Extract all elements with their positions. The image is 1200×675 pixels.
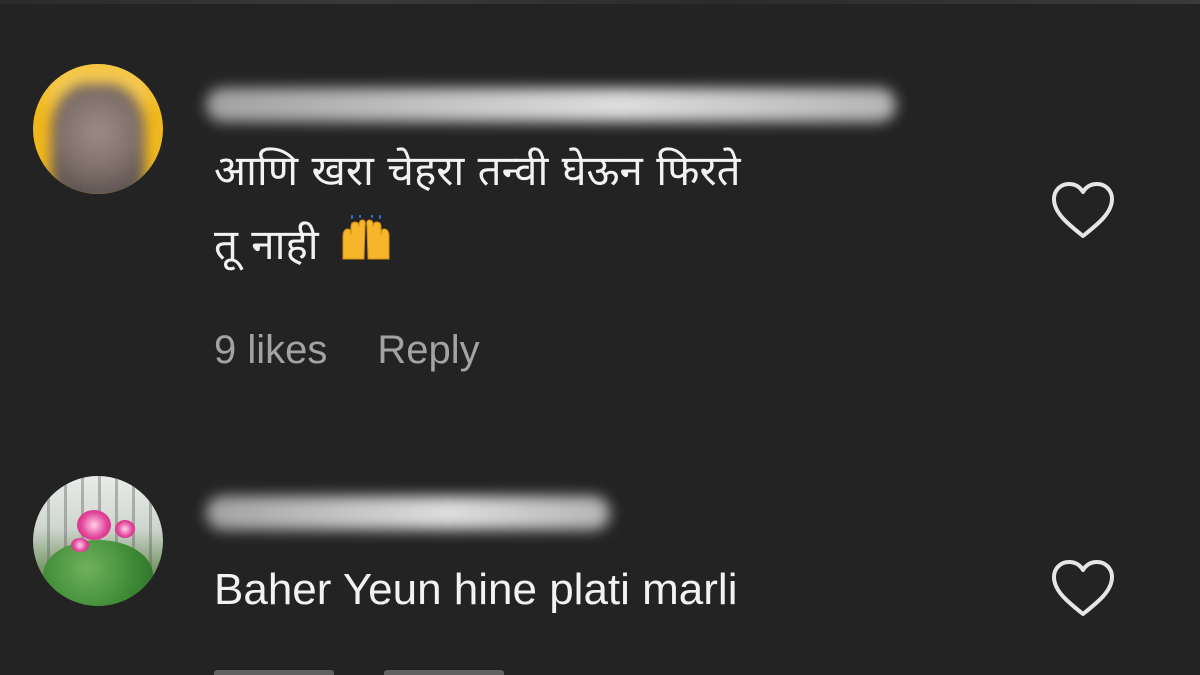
avatar-photo-flower bbox=[77, 510, 111, 540]
avatar-photo-leaves bbox=[43, 540, 153, 606]
username-redacted[interactable] bbox=[206, 496, 610, 530]
reply-button[interactable]: Reply bbox=[377, 328, 479, 373]
likes-count[interactable]: 9 likes bbox=[214, 328, 327, 373]
likes-count-partial bbox=[214, 670, 334, 675]
comment-meta: 9 likes Reply bbox=[214, 328, 480, 373]
comments-panel: आणि खरा चेहरा तन्वी घेऊन फिरते तू नाही 9… bbox=[0, 0, 1200, 675]
heart-outline-icon[interactable] bbox=[1048, 180, 1118, 242]
avatar-blurred-photo bbox=[51, 84, 145, 194]
avatar[interactable] bbox=[33, 64, 163, 194]
raising-hands-emoji bbox=[342, 215, 390, 260]
username-redacted[interactable] bbox=[206, 88, 896, 122]
avatar[interactable] bbox=[33, 476, 163, 606]
avatar-photo-flower bbox=[71, 538, 89, 552]
comment-text: Baher Yeun hine plati marli bbox=[214, 565, 738, 614]
top-edge bbox=[0, 0, 1200, 4]
comment-text: आणि खरा चेहरा तन्वी घेऊन फिरते तू नाही bbox=[214, 134, 1014, 282]
comment-text-line-2: तू नाही bbox=[214, 220, 319, 269]
heart-outline-icon[interactable] bbox=[1048, 558, 1118, 620]
reply-button-partial bbox=[384, 670, 504, 675]
avatar-photo-flower bbox=[115, 520, 135, 538]
comment-meta-cut-off bbox=[214, 664, 534, 675]
comment-text-line-1: आणि खरा चेहरा तन्वी घेऊन फिरते bbox=[214, 146, 741, 195]
